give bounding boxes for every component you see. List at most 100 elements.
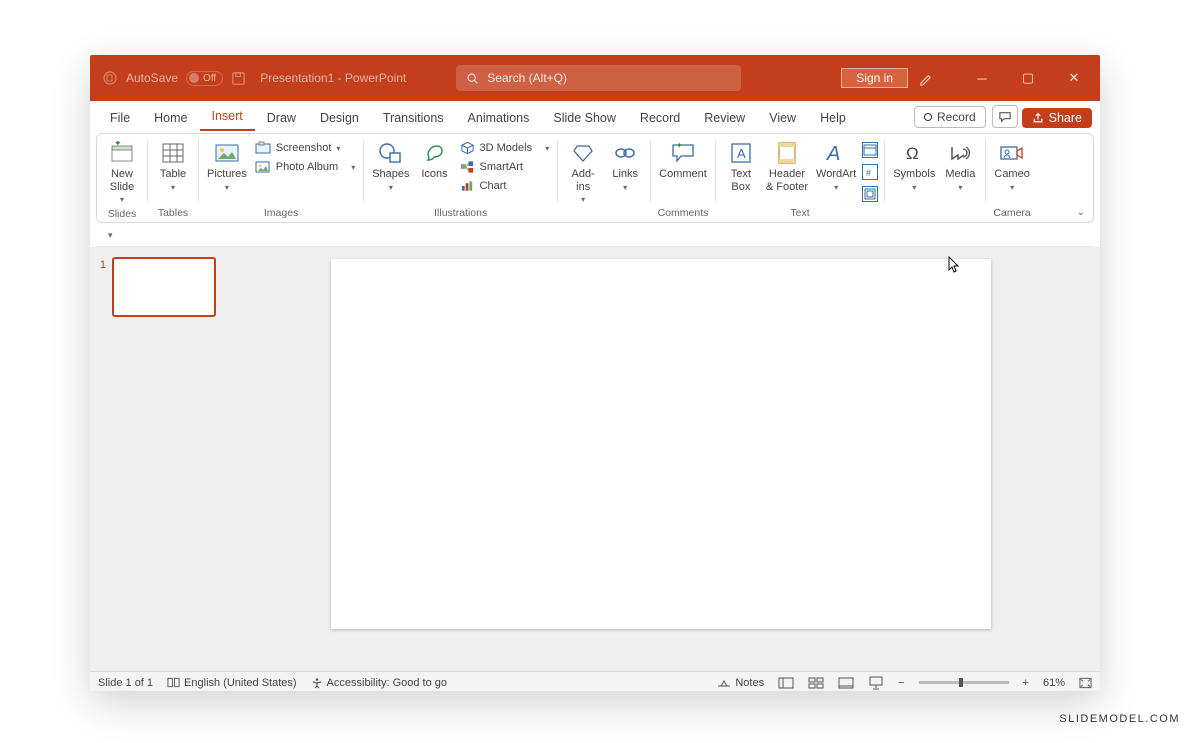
minimize-button[interactable]: ─ xyxy=(964,71,1000,86)
fit-to-window-button[interactable] xyxy=(1079,677,1092,689)
smartart-button[interactable]: SmartArt xyxy=(458,159,552,175)
zoom-slider[interactable] xyxy=(919,681,1009,684)
media-icon xyxy=(946,140,974,166)
search-box[interactable]: Search (Alt+Q) xyxy=(456,65,741,91)
record-button[interactable]: Record xyxy=(914,106,986,128)
tab-draw[interactable]: Draw xyxy=(255,105,308,131)
sorter-view-button[interactable] xyxy=(808,677,824,689)
header-footer-button[interactable]: Header & Footer xyxy=(764,138,810,195)
wordart-button[interactable]: A WordArt▾ xyxy=(814,138,858,194)
ribbon-tabs: File Home Insert Draw Design Transitions… xyxy=(90,101,1100,131)
slide-canvas-area xyxy=(222,247,1100,671)
quick-access-row: ▾ xyxy=(96,225,1094,247)
normal-view-button[interactable] xyxy=(778,677,794,689)
ribbon: ✦ New Slide▾ Slides Table▾ Tables xyxy=(96,133,1094,223)
3d-models-button[interactable]: 3D Models ▾ xyxy=(458,140,552,156)
tab-record[interactable]: Record xyxy=(628,105,692,131)
tab-transitions[interactable]: Transitions xyxy=(371,105,456,131)
wordart-icon: A xyxy=(822,140,850,166)
svg-text:A: A xyxy=(826,143,840,164)
new-slide-icon: ✦ xyxy=(108,140,136,166)
shapes-button[interactable]: Shapes▾ xyxy=(370,138,411,194)
notes-icon xyxy=(717,678,731,688)
slide-counter[interactable]: Slide 1 of 1 xyxy=(98,677,153,689)
tab-file[interactable]: File xyxy=(98,105,142,131)
text-box-icon: A xyxy=(727,140,755,166)
tab-design[interactable]: Design xyxy=(308,105,371,131)
photo-album-button[interactable]: Photo Album ▾ xyxy=(253,159,357,175)
links-icon xyxy=(611,140,639,166)
pictures-button[interactable]: Pictures▾ xyxy=(205,138,249,194)
status-bar: Slide 1 of 1 English (United States) Acc… xyxy=(90,671,1100,691)
zoom-in-button[interactable]: + xyxy=(1023,677,1029,689)
group-symbols-media: Ω Symbols▾ Media▾ xyxy=(885,134,985,222)
svg-text:Ω: Ω xyxy=(906,144,919,163)
save-icon[interactable] xyxy=(231,71,246,86)
cameo-button[interactable]: Cameo▾ xyxy=(992,138,1031,194)
svg-text:#: # xyxy=(866,168,871,178)
title-bar: AutoSave Off Presentation1 - PowerPoint … xyxy=(90,55,1100,101)
share-button[interactable]: Share xyxy=(1022,108,1092,128)
icons-icon xyxy=(421,140,449,166)
shapes-icon xyxy=(377,140,405,166)
pen-icon[interactable] xyxy=(918,71,954,86)
slide-canvas[interactable] xyxy=(331,259,991,629)
collapse-ribbon-button[interactable]: ⌄ xyxy=(1077,207,1085,218)
addins-button[interactable]: Add- ins▾ xyxy=(564,138,602,206)
pictures-icon xyxy=(213,140,241,166)
tab-animations[interactable]: Animations xyxy=(456,105,542,131)
language-button[interactable]: English (United States) xyxy=(167,677,297,689)
group-illustrations: Shapes▾ Icons 3D Models ▾ SmartArt xyxy=(364,134,557,222)
notes-button[interactable]: Notes xyxy=(717,677,764,689)
group-text: A Text Box Header & Footer A WordArt▾ # … xyxy=(716,134,884,222)
date-time-button[interactable] xyxy=(862,142,878,158)
new-slide-button[interactable]: ✦ New Slide▾ xyxy=(103,138,141,206)
chart-button[interactable]: Chart xyxy=(458,178,552,194)
object-button[interactable] xyxy=(862,186,878,202)
autosave-toggle[interactable]: Off xyxy=(186,71,223,86)
zoom-out-button[interactable]: − xyxy=(898,677,904,689)
screenshot-button[interactable]: Screenshot ▾ xyxy=(253,140,357,156)
tab-home[interactable]: Home xyxy=(142,105,199,131)
group-addins: Add- ins▾ Links▾ xyxy=(558,134,650,222)
app-icon xyxy=(102,70,118,86)
qat-customize[interactable]: ▾ xyxy=(108,230,113,241)
tab-review[interactable]: Review xyxy=(692,105,757,131)
links-button[interactable]: Links▾ xyxy=(606,138,644,194)
search-icon xyxy=(466,72,479,85)
slide-thumbnail-1[interactable] xyxy=(112,257,216,317)
photo-album-icon xyxy=(255,160,271,174)
header-footer-icon xyxy=(773,140,801,166)
watermark: SLIDEMODEL.COM xyxy=(1059,713,1180,725)
text-box-button[interactable]: A Text Box xyxy=(722,138,760,195)
comment-icon: ✦ xyxy=(669,140,697,166)
reading-view-button[interactable] xyxy=(838,677,854,689)
addins-icon xyxy=(569,140,597,166)
tab-help[interactable]: Help xyxy=(808,105,858,131)
tab-view[interactable]: View xyxy=(757,105,808,131)
chart-icon xyxy=(460,179,475,193)
group-camera: Cameo▾ Camera xyxy=(986,134,1037,222)
comment-button[interactable]: ✦ Comment xyxy=(657,138,709,183)
cube-icon xyxy=(460,141,475,155)
cameo-icon xyxy=(998,140,1026,166)
slideshow-view-button[interactable] xyxy=(868,676,884,690)
group-tables: Table▾ Tables xyxy=(148,134,198,222)
search-placeholder: Search (Alt+Q) xyxy=(487,71,567,85)
icons-button[interactable]: Icons xyxy=(416,138,454,183)
close-button[interactable]: ✕ xyxy=(1056,70,1092,86)
accessibility-button[interactable]: Accessibility: Good to go xyxy=(311,677,447,689)
symbols-button[interactable]: Ω Symbols▾ xyxy=(891,138,937,194)
tab-insert[interactable]: Insert xyxy=(200,103,255,131)
group-slides: ✦ New Slide▾ Slides xyxy=(97,134,147,222)
maximize-button[interactable]: ▢ xyxy=(1010,70,1046,86)
tab-slide-show[interactable]: Slide Show xyxy=(541,105,628,131)
zoom-level[interactable]: 61% xyxy=(1043,677,1065,689)
slide-number-button[interactable]: # xyxy=(862,164,878,180)
svg-text:✦: ✦ xyxy=(114,141,122,148)
table-button[interactable]: Table▾ xyxy=(154,138,192,194)
media-button[interactable]: Media▾ xyxy=(941,138,979,194)
comments-pane-toggle[interactable] xyxy=(992,105,1018,128)
sign-in-button[interactable]: Sign in xyxy=(841,68,908,88)
book-icon xyxy=(167,677,180,689)
